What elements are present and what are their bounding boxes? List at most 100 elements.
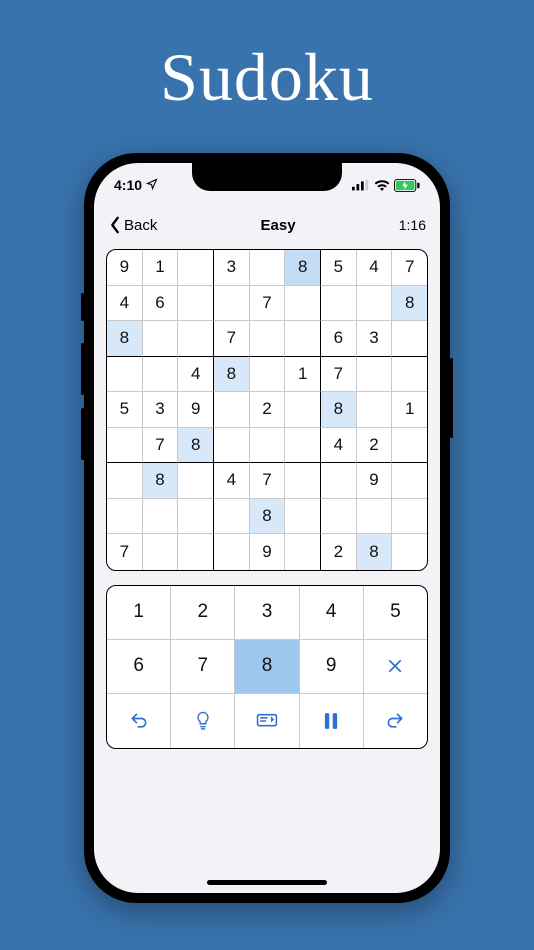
board-cell[interactable]	[107, 357, 143, 393]
board-cell[interactable]	[392, 463, 427, 499]
digit-8-button[interactable]: 8	[235, 640, 299, 694]
board-cell[interactable]: 7	[107, 534, 143, 570]
board-cell[interactable]	[214, 286, 250, 322]
board-cell[interactable]	[107, 463, 143, 499]
board-cell[interactable]	[178, 250, 214, 286]
board-cell[interactable]: 2	[250, 392, 286, 428]
board-cell[interactable]	[285, 321, 321, 357]
back-button[interactable]: Back	[108, 216, 157, 234]
board-cell[interactable]: 1	[143, 250, 179, 286]
digit-9-button[interactable]: 9	[300, 640, 364, 694]
board-cell[interactable]	[250, 321, 286, 357]
board-cell[interactable]: 8	[143, 463, 179, 499]
board-cell[interactable]: 4	[321, 428, 357, 464]
redo-button[interactable]	[364, 694, 427, 748]
board-cell[interactable]: 4	[357, 250, 393, 286]
board-cell[interactable]	[178, 321, 214, 357]
nav-bar: Back Easy 1:16	[94, 207, 440, 243]
digit-4-button[interactable]: 4	[300, 586, 364, 640]
board-cell[interactable]	[285, 463, 321, 499]
board-cell[interactable]	[321, 499, 357, 535]
board-cell[interactable]: 5	[107, 392, 143, 428]
board-cell[interactable]: 6	[321, 321, 357, 357]
digit-1-button[interactable]: 1	[107, 586, 171, 640]
board-cell[interactable]: 8	[214, 357, 250, 393]
board-cell[interactable]	[143, 321, 179, 357]
board-cell[interactable]	[357, 499, 393, 535]
board-cell[interactable]	[250, 428, 286, 464]
board-cell[interactable]	[357, 286, 393, 322]
board-cell[interactable]	[250, 250, 286, 286]
home-indicator[interactable]	[207, 880, 327, 885]
board-cell[interactable]	[392, 357, 427, 393]
board-cell[interactable]	[107, 428, 143, 464]
board-cell[interactable]: 2	[357, 428, 393, 464]
board-cell[interactable]	[321, 463, 357, 499]
digit-7-button[interactable]: 7	[171, 640, 235, 694]
board-cell[interactable]	[392, 534, 427, 570]
board-cell[interactable]	[392, 321, 427, 357]
board-cell[interactable]: 3	[214, 250, 250, 286]
board-cell[interactable]: 1	[285, 357, 321, 393]
board-cell[interactable]	[392, 499, 427, 535]
board-cell[interactable]: 6	[143, 286, 179, 322]
board-cell[interactable]	[357, 357, 393, 393]
board-cell[interactable]: 9	[107, 250, 143, 286]
board-cell[interactable]	[143, 357, 179, 393]
board-cell[interactable]: 3	[143, 392, 179, 428]
board-cell[interactable]: 4	[178, 357, 214, 393]
board-cell[interactable]: 7	[392, 250, 427, 286]
board-cell[interactable]: 8	[178, 428, 214, 464]
board-cell[interactable]: 5	[321, 250, 357, 286]
board-cell[interactable]	[178, 499, 214, 535]
digit-3-button[interactable]: 3	[235, 586, 299, 640]
digit-2-button[interactable]: 2	[171, 586, 235, 640]
board-cell[interactable]: 7	[250, 463, 286, 499]
clear-cell-button[interactable]	[364, 640, 427, 694]
board-cell[interactable]: 7	[321, 357, 357, 393]
board-cell[interactable]	[321, 286, 357, 322]
board-cell[interactable]: 9	[250, 534, 286, 570]
board-cell[interactable]	[285, 534, 321, 570]
board-cell[interactable]	[214, 534, 250, 570]
board-cell[interactable]	[392, 428, 427, 464]
board-cell[interactable]: 8	[250, 499, 286, 535]
board-cell[interactable]: 8	[285, 250, 321, 286]
board-cell[interactable]: 9	[178, 392, 214, 428]
board-cell[interactable]	[285, 499, 321, 535]
board-cell[interactable]: 9	[357, 463, 393, 499]
board-cell[interactable]	[357, 392, 393, 428]
board-cell[interactable]: 8	[107, 321, 143, 357]
board-cell[interactable]: 1	[392, 392, 427, 428]
board-cell[interactable]: 8	[357, 534, 393, 570]
side-button-power	[450, 358, 453, 438]
board-cell[interactable]	[214, 392, 250, 428]
digit-6-button[interactable]: 6	[107, 640, 171, 694]
board-cell[interactable]: 4	[107, 286, 143, 322]
board-cell[interactable]: 8	[321, 392, 357, 428]
pause-button[interactable]	[300, 694, 364, 748]
hint-button[interactable]	[171, 694, 235, 748]
board-cell[interactable]: 7	[214, 321, 250, 357]
undo-button[interactable]	[107, 694, 171, 748]
digit-5-button[interactable]: 5	[364, 586, 427, 640]
board-cell[interactable]	[250, 357, 286, 393]
board-cell[interactable]	[214, 499, 250, 535]
board-cell[interactable]	[143, 534, 179, 570]
board-cell[interactable]: 7	[143, 428, 179, 464]
board-cell[interactable]	[285, 428, 321, 464]
board-cell[interactable]: 3	[357, 321, 393, 357]
board-cell[interactable]	[107, 499, 143, 535]
board-cell[interactable]	[178, 534, 214, 570]
board-cell[interactable]	[143, 499, 179, 535]
board-cell[interactable]	[178, 286, 214, 322]
board-cell[interactable]: 4	[214, 463, 250, 499]
board-cell[interactable]: 8	[392, 286, 427, 322]
board-cell[interactable]: 2	[321, 534, 357, 570]
board-cell[interactable]	[178, 463, 214, 499]
board-cell[interactable]	[285, 392, 321, 428]
board-cell[interactable]	[285, 286, 321, 322]
board-cell[interactable]: 7	[250, 286, 286, 322]
notes-button[interactable]	[235, 694, 299, 748]
board-cell[interactable]	[214, 428, 250, 464]
